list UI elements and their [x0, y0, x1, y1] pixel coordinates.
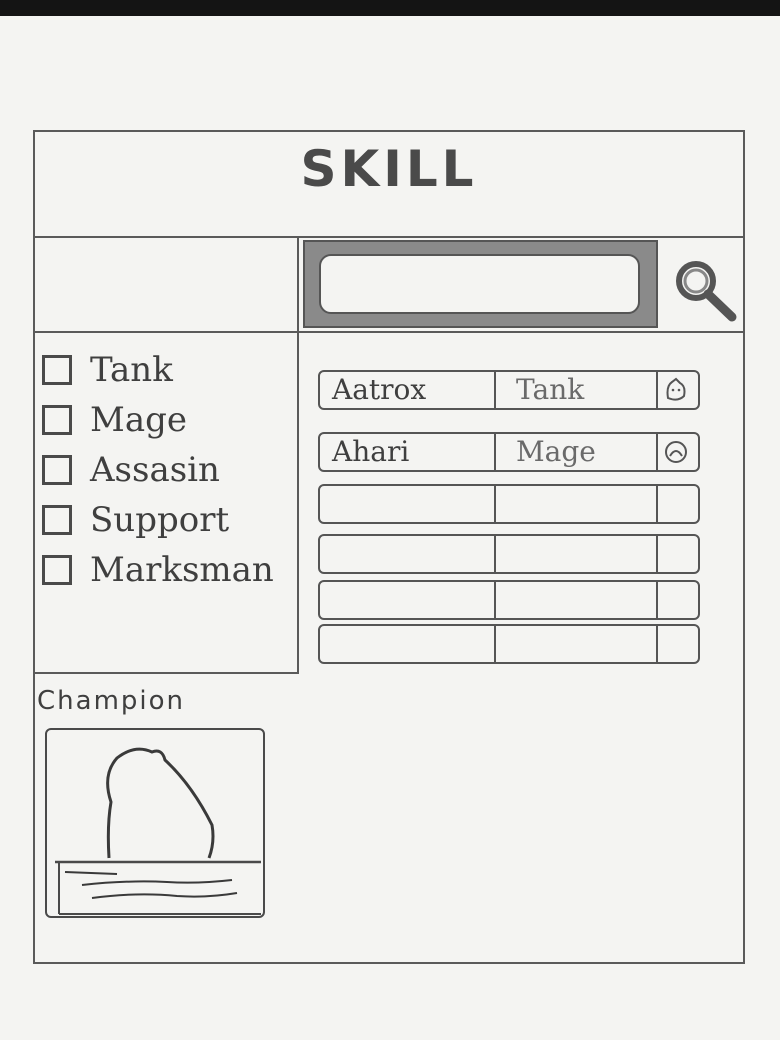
champion-role: Mage	[516, 435, 596, 468]
column-divider	[656, 372, 658, 408]
column-divider	[494, 626, 496, 662]
champion-name: Ahari	[332, 435, 410, 468]
header-divider	[35, 236, 743, 238]
search-button[interactable]	[664, 247, 742, 335]
champion-avatar-icon	[665, 441, 687, 463]
champion-name	[332, 582, 492, 618]
champion-role	[516, 582, 666, 618]
filter-assasin[interactable]: Assasin	[42, 445, 274, 495]
filter-panel-bottom	[35, 672, 299, 674]
table-row[interactable]: Aatrox Tank	[318, 370, 700, 410]
champion-name	[332, 626, 492, 662]
checkbox[interactable]	[42, 555, 72, 585]
checkbox[interactable]	[42, 505, 72, 535]
search-icon	[676, 261, 737, 322]
column-divider	[494, 434, 496, 470]
table-row[interactable]	[318, 624, 700, 664]
champion-section-title: Champion	[37, 686, 186, 716]
champion-role: Tank	[516, 373, 585, 406]
filter-label: Assasin	[90, 450, 220, 490]
column-divider	[494, 582, 496, 618]
checkbox[interactable]	[42, 355, 72, 385]
champion-role	[516, 536, 666, 572]
champion-name	[332, 486, 492, 522]
filter-tank[interactable]: Tank	[42, 345, 274, 395]
table-row[interactable]	[318, 534, 700, 574]
filter-label: Mage	[90, 400, 187, 440]
table-row[interactable]: Ahari Mage	[318, 432, 700, 472]
photo-top-edge	[0, 0, 780, 16]
search-input[interactable]	[319, 254, 640, 314]
filter-label: Tank	[90, 350, 173, 390]
column-divider	[656, 536, 658, 572]
champion-silhouette-icon	[55, 747, 261, 915]
champion-name: Aatrox	[332, 373, 427, 406]
column-divider	[494, 536, 496, 572]
checkbox[interactable]	[42, 455, 72, 485]
table-row[interactable]	[318, 580, 700, 620]
filter-label: Marksman	[90, 550, 274, 590]
filter-mage[interactable]: Mage	[42, 395, 274, 445]
filter-label: Support	[90, 500, 230, 540]
champion-name	[332, 536, 492, 572]
champion-card[interactable]	[45, 728, 265, 918]
checkbox[interactable]	[42, 405, 72, 435]
champion-role	[516, 486, 666, 522]
column-divider	[494, 372, 496, 408]
table-row[interactable]	[318, 484, 700, 524]
filter-support[interactable]: Support	[42, 495, 274, 545]
column-divider	[656, 486, 658, 522]
page-title: SKILL	[300, 140, 478, 198]
column-divider	[656, 582, 658, 618]
column-divider	[656, 434, 658, 470]
filter-marksman[interactable]: Marksman	[42, 545, 274, 595]
champion-avatar-icon	[666, 377, 686, 401]
search-box	[303, 240, 658, 328]
champion-role	[516, 626, 666, 662]
role-filter-list: Tank Mage Assasin Support Marksman	[42, 345, 274, 595]
search-band-divider	[35, 331, 743, 333]
sidebar-divider	[297, 238, 299, 672]
column-divider	[656, 626, 658, 662]
column-divider	[494, 486, 496, 522]
